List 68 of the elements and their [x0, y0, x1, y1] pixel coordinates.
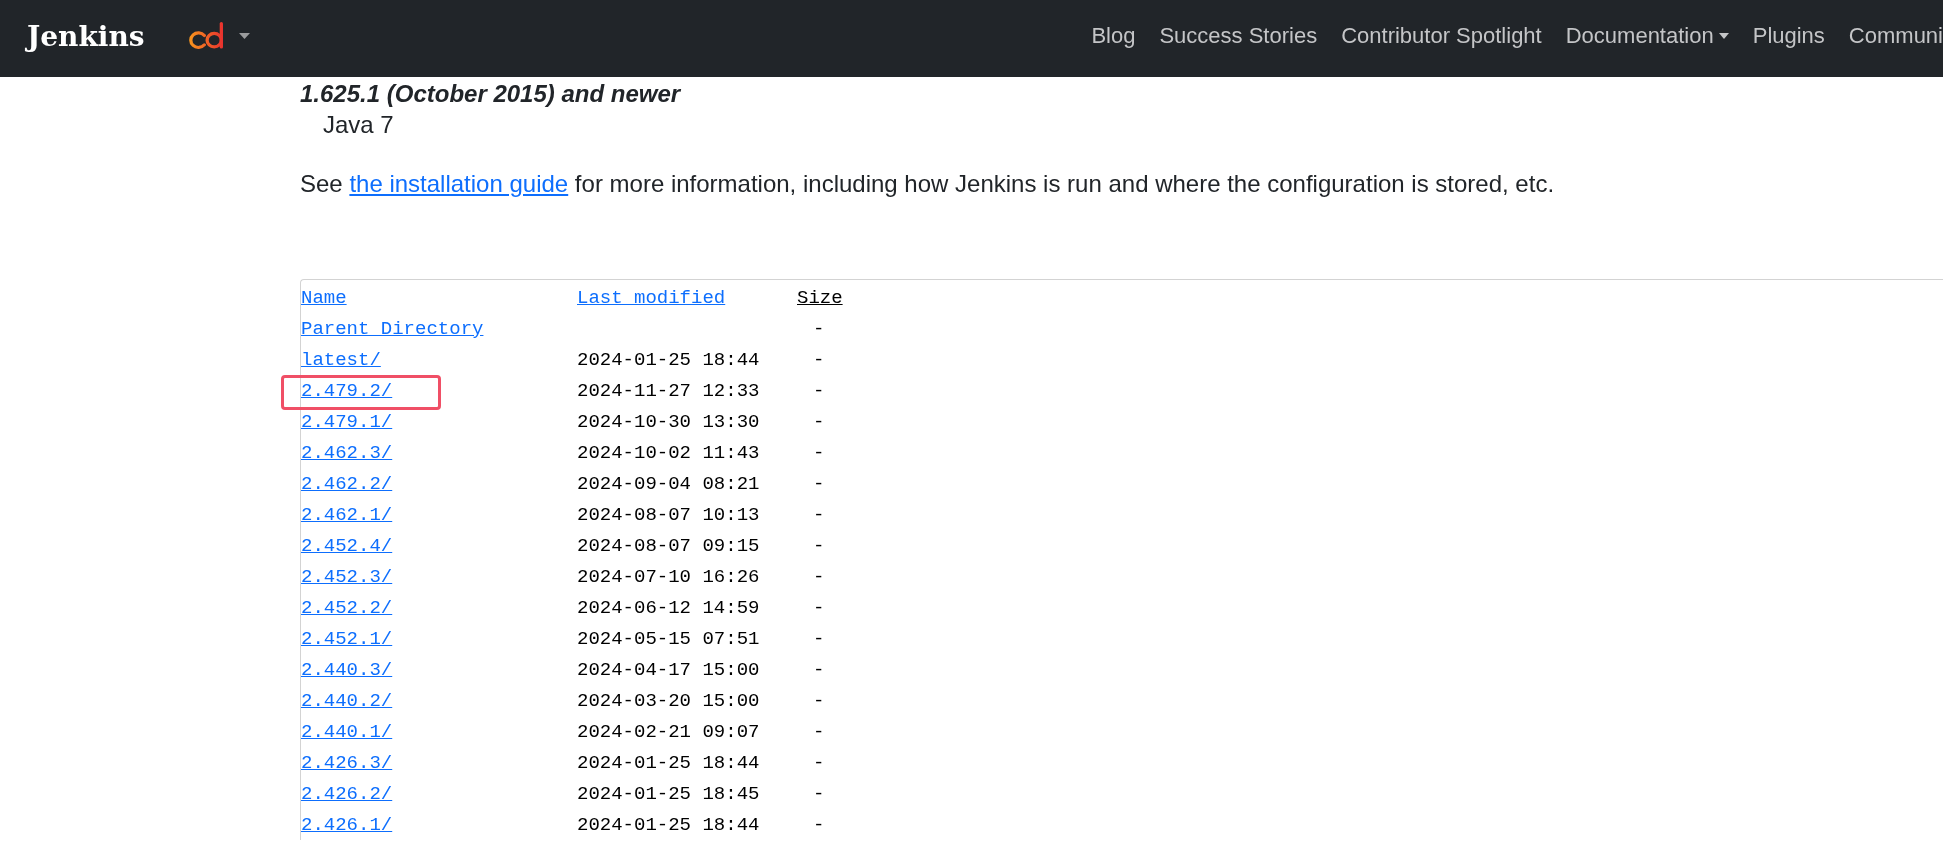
- project-menu-button[interactable]: [188, 22, 250, 49]
- modified-date: 2024-06-12 14:59: [577, 596, 760, 619]
- site-logo[interactable]: Jenkins: [27, 20, 145, 53]
- directory-link[interactable]: latest/: [301, 348, 381, 371]
- modified-date: 2024-08-07 09:15: [577, 534, 760, 557]
- directory-link[interactable]: 2.479.2/: [301, 379, 393, 402]
- size-value: -: [813, 689, 825, 712]
- size-value: -: [813, 379, 825, 402]
- modified-date: 2024-01-25 18:45: [577, 782, 760, 805]
- modified-date: 2024-01-25 18:44: [577, 813, 760, 836]
- installation-note: See the installation guide for more information, including how Jenkins is run and where the configuration is stored, etc.: [300, 169, 1556, 199]
- size-value: -: [813, 410, 825, 433]
- nav-link[interactable]: Blog: [1079, 16, 1148, 55]
- nav-link[interactable]: Plugins: [1740, 16, 1837, 55]
- size-value: -: [813, 503, 825, 526]
- nav-link[interactable]: Communi: [1836, 16, 1943, 55]
- modified-date: 2024-02-21 09:07: [577, 720, 760, 743]
- modified-date: 2024-01-25 18:44: [577, 751, 760, 774]
- modified-date: 2024-09-04 08:21: [577, 472, 760, 495]
- directory-link[interactable]: 2.426.3/: [301, 751, 393, 774]
- version-heading: 1.625.1 (October 2015) and newer: [300, 79, 681, 109]
- nav-link[interactable]: Documentation: [1553, 16, 1741, 55]
- modified-date: 2024-05-15 07:51: [577, 627, 760, 650]
- nav-link[interactable]: Contributor Spotlight: [1329, 16, 1554, 55]
- directory-link[interactable]: 2.462.3/: [301, 441, 393, 464]
- size-value: -: [813, 348, 825, 371]
- modified-date: 2024-01-25 18:44: [577, 348, 760, 371]
- directory-link[interactable]: 2.440.3/: [301, 658, 393, 681]
- directory-link[interactable]: 2.452.3/: [301, 565, 393, 588]
- column-header-link[interactable]: Last modified: [577, 286, 726, 309]
- directory-link[interactable]: 2.452.1/: [301, 627, 393, 650]
- size-value: -: [813, 565, 825, 588]
- directory-link[interactable]: 2.440.1/: [301, 720, 393, 743]
- size-value: -: [813, 627, 825, 650]
- size-value: -: [813, 658, 825, 681]
- directory-link[interactable]: Parent Directory: [301, 317, 484, 340]
- modified-date: 2024-10-02 11:43: [577, 441, 760, 464]
- directory-link[interactable]: 2.440.2/: [301, 689, 393, 712]
- size-value: -: [813, 813, 825, 836]
- size-value: -: [813, 441, 825, 464]
- size-value: -: [813, 317, 825, 340]
- size-value: -: [813, 596, 825, 619]
- modified-date: 2024-03-20 15:00: [577, 689, 760, 712]
- modified-date: 2024-10-30 13:30: [577, 410, 760, 433]
- caret-icon: [1718, 32, 1729, 39]
- java-requirement: Java 7: [322, 110, 394, 140]
- directory-link[interactable]: 2.462.1/: [301, 503, 393, 526]
- column-header-link[interactable]: Size: [797, 286, 843, 309]
- size-value: -: [813, 472, 825, 495]
- directory-link[interactable]: 2.479.1/: [301, 410, 393, 433]
- loop-logo-icon: [188, 22, 223, 49]
- modified-date: 2024-07-10 16:26: [577, 565, 760, 588]
- modified-date: 2024-11-27 12:33: [577, 379, 760, 402]
- modified-date: 2024-04-17 15:00: [577, 658, 760, 681]
- directory-link[interactable]: 2.462.2/: [301, 472, 393, 495]
- installation-guide-link[interactable]: the installation guide: [349, 170, 569, 197]
- directory-link[interactable]: 2.452.2/: [301, 596, 393, 619]
- size-value: -: [813, 720, 825, 743]
- caret-icon: [238, 32, 250, 39]
- modified-date: 2024-08-07 10:13: [577, 503, 760, 526]
- directory-link[interactable]: 2.426.1/: [301, 813, 393, 836]
- nav-link[interactable]: Success Stories: [1147, 16, 1330, 55]
- directory-link[interactable]: 2.452.4/: [301, 534, 393, 557]
- size-value: -: [813, 782, 825, 805]
- directory-link[interactable]: 2.426.2/: [301, 782, 393, 805]
- column-header-link[interactable]: Name: [301, 286, 347, 309]
- size-value: -: [813, 534, 825, 557]
- size-value: -: [813, 751, 825, 774]
